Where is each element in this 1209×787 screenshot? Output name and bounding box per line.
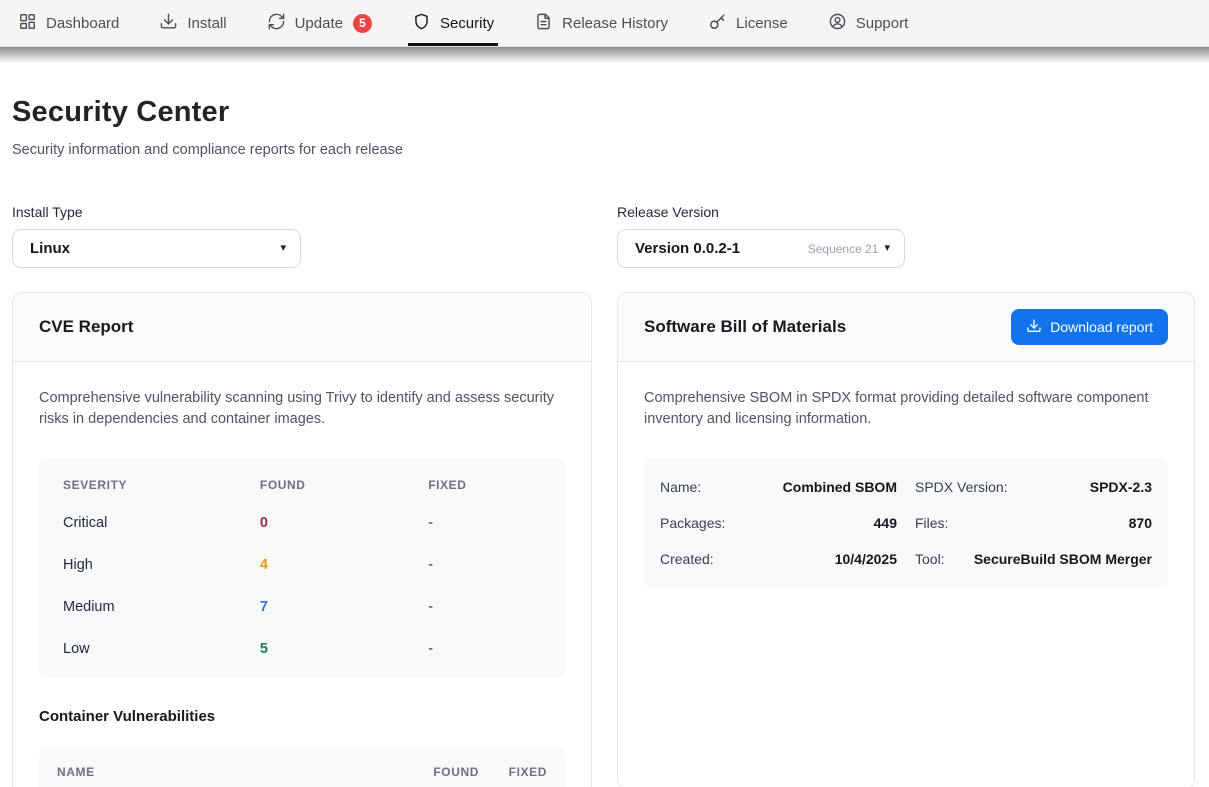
sbom-card: Software Bill of Materials Download repo… <box>617 292 1195 787</box>
nav-item-license[interactable]: License <box>708 0 788 46</box>
severity-col-header: SEVERITY <box>39 458 260 502</box>
nav-label: Install <box>187 15 226 32</box>
found-col-header: FOUND <box>260 458 428 502</box>
user-circle-icon <box>828 12 847 35</box>
nav-label: Dashboard <box>46 15 119 32</box>
found-count: 5 <box>260 628 428 678</box>
sbom-card-header: Software Bill of Materials Download repo… <box>618 293 1194 362</box>
sbom-info-tool: Tool: SecureBuild SBOM Merger <box>915 541 1152 577</box>
nav-item-dashboard[interactable]: Dashboard <box>18 0 119 46</box>
download-report-button[interactable]: Download report <box>1011 309 1168 345</box>
chevron-down-icon: ▾ <box>280 243 286 254</box>
download-icon <box>1026 318 1042 337</box>
info-value: Combined SBOM <box>783 479 897 495</box>
severity-name: Low <box>39 628 260 678</box>
info-label: SPDX Version: <box>915 479 1008 495</box>
nav-label: License <box>736 15 788 32</box>
sbom-info-name: Name: Combined SBOM <box>660 469 897 505</box>
fixed-col-header: FIXED <box>479 765 547 779</box>
top-nav: Dashboard Install Update 5 Security Rele… <box>0 0 1209 47</box>
severity-table-header: SEVERITY FOUND FIXED <box>39 458 565 502</box>
page-subtitle: Security information and compliance repo… <box>12 142 1195 158</box>
cards-row: CVE Report Comprehensive vulnerability s… <box>12 292 1195 787</box>
sbom-card-title: Software Bill of Materials <box>644 317 846 337</box>
sbom-info-created: Created: 10/4/2025 <box>660 541 897 577</box>
found-col-header: FOUND <box>411 765 479 779</box>
severity-table: SEVERITY FOUND FIXED Critical 0 - High 4… <box>39 458 565 678</box>
cve-card-header: CVE Report <box>13 293 591 362</box>
sbom-info-spdx-version: SPDX Version: SPDX-2.3 <box>915 469 1152 505</box>
cve-card-body: Comprehensive vulnerability scanning usi… <box>13 362 591 787</box>
container-vulnerabilities-table-header: NAME FOUND FIXED <box>39 747 565 787</box>
cve-description: Comprehensive vulnerability scanning usi… <box>39 388 565 430</box>
found-count: 4 <box>260 544 428 586</box>
refresh-icon <box>267 12 286 35</box>
info-value: 449 <box>874 515 897 531</box>
sbom-description: Comprehensive SBOM in SPDX format provid… <box>644 388 1168 430</box>
install-type-field: Install Type Linux ▾ <box>12 204 592 268</box>
install-type-value: Linux <box>30 240 280 257</box>
download-icon <box>159 12 178 35</box>
info-value: 870 <box>1129 515 1152 531</box>
info-label: Packages: <box>660 515 725 531</box>
sbom-card-body: Comprehensive SBOM in SPDX format provid… <box>618 362 1194 614</box>
severity-row-medium: Medium 7 - <box>39 586 565 628</box>
shield-icon <box>412 12 431 35</box>
filters-row: Install Type Linux ▾ Release Version Ver… <box>12 204 1195 268</box>
severity-row-high: High 4 - <box>39 544 565 586</box>
info-value: SecureBuild SBOM Merger <box>974 551 1152 567</box>
info-label: Name: <box>660 479 701 495</box>
fixed-count: - <box>428 544 565 586</box>
fixed-count: - <box>428 502 565 544</box>
info-label: Files: <box>915 515 948 531</box>
key-icon <box>708 12 727 35</box>
severity-name: High <box>39 544 260 586</box>
found-count: 7 <box>260 586 428 628</box>
cve-report-card: CVE Report Comprehensive vulnerability s… <box>12 292 592 787</box>
cve-card-title: CVE Report <box>39 317 133 337</box>
info-value: SPDX-2.3 <box>1090 479 1152 495</box>
release-version-field: Release Version Version 0.0.2-1 Sequence… <box>617 204 1195 268</box>
release-version-label: Release Version <box>617 204 1195 220</box>
nav-item-install[interactable]: Install <box>159 0 226 46</box>
release-version-value: Version 0.0.2-1 <box>635 240 808 257</box>
download-report-label: Download report <box>1050 319 1153 335</box>
install-type-select[interactable]: Linux ▾ <box>12 229 301 268</box>
nav-label: Update <box>295 15 343 32</box>
fixed-count: - <box>428 628 565 678</box>
name-col-header: NAME <box>57 765 411 779</box>
nav-item-support[interactable]: Support <box>828 0 909 46</box>
release-version-select[interactable]: Version 0.0.2-1 Sequence 21 ▾ <box>617 229 905 268</box>
nav-item-security[interactable]: Security <box>412 0 494 46</box>
nav-label: Security <box>440 15 494 32</box>
page-header: Security Center Security information and… <box>12 96 1195 158</box>
nav-item-update[interactable]: Update 5 <box>267 0 372 46</box>
nav-item-release-history[interactable]: Release History <box>534 0 668 46</box>
sbom-info-packages: Packages: 449 <box>660 505 897 541</box>
severity-row-critical: Critical 0 - <box>39 502 565 544</box>
nav-shadow-divider <box>0 47 1209 63</box>
fixed-count: - <box>428 586 565 628</box>
container-vulnerabilities-title: Container Vulnerabilities <box>39 708 565 725</box>
info-label: Tool: <box>915 551 945 567</box>
nav-label: Support <box>856 15 909 32</box>
file-text-icon <box>534 12 553 35</box>
severity-row-low: Low 5 - <box>39 628 565 678</box>
dashboard-grid-icon <box>18 12 37 35</box>
chevron-down-icon: ▾ <box>884 243 890 254</box>
release-sequence: Sequence 21 <box>808 242 879 256</box>
fixed-col-header: FIXED <box>428 458 565 502</box>
found-count: 0 <box>260 502 428 544</box>
info-value: 10/4/2025 <box>835 551 897 567</box>
info-label: Created: <box>660 551 714 567</box>
install-type-label: Install Type <box>12 204 592 220</box>
sbom-info-files: Files: 870 <box>915 505 1152 541</box>
nav-label: Release History <box>562 15 668 32</box>
severity-name: Critical <box>39 502 260 544</box>
page-title: Security Center <box>12 96 1195 129</box>
severity-name: Medium <box>39 586 260 628</box>
sbom-info-grid: Name: Combined SBOM SPDX Version: SPDX-2… <box>644 458 1168 588</box>
update-count-badge: 5 <box>353 14 372 33</box>
